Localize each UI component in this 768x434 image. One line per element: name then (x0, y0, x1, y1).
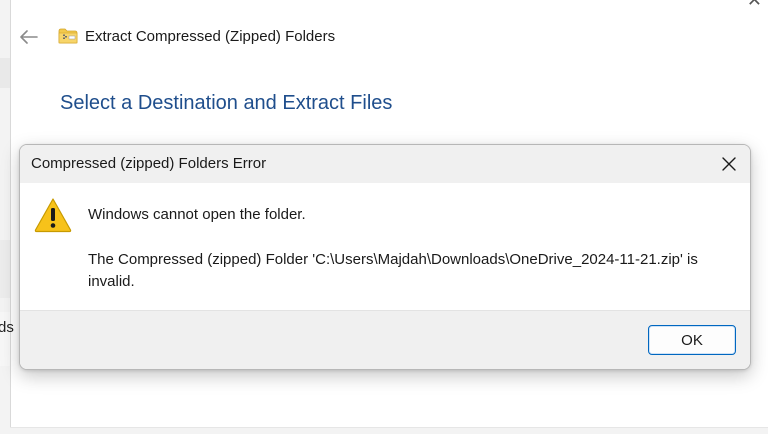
back-arrow-icon[interactable] (18, 26, 40, 48)
background-close-icon[interactable]: ✕ (747, 0, 762, 11)
sidebar-band (0, 58, 10, 88)
dialog-title: Compressed (zipped) Folders Error (31, 155, 267, 172)
background-window-sidebar (0, 0, 11, 434)
dialog-footer: OK (20, 310, 750, 369)
error-message: Windows cannot open the folder. (88, 206, 306, 223)
error-dialog: Compressed (zipped) Folders Error Window… (19, 144, 751, 370)
dialog-body: Windows cannot open the folder. The Comp… (20, 183, 750, 310)
close-icon[interactable] (716, 151, 742, 177)
sidebar-band (0, 240, 10, 298)
wizard-heading: Select a Destination and Extract Files (60, 92, 393, 114)
dialog-titlebar[interactable]: Compressed (zipped) Folders Error (20, 145, 750, 183)
zipped-folder-icon (58, 28, 78, 44)
background-bottom-edge (10, 427, 768, 434)
error-detail: The Compressed (zipped) Folder 'C:\Users… (88, 251, 698, 290)
background-truncated-text: ds (0, 319, 14, 336)
wizard-title: Extract Compressed (Zipped) Folders (85, 28, 336, 45)
ok-button[interactable]: OK (648, 325, 736, 355)
warning-icon (34, 197, 72, 233)
